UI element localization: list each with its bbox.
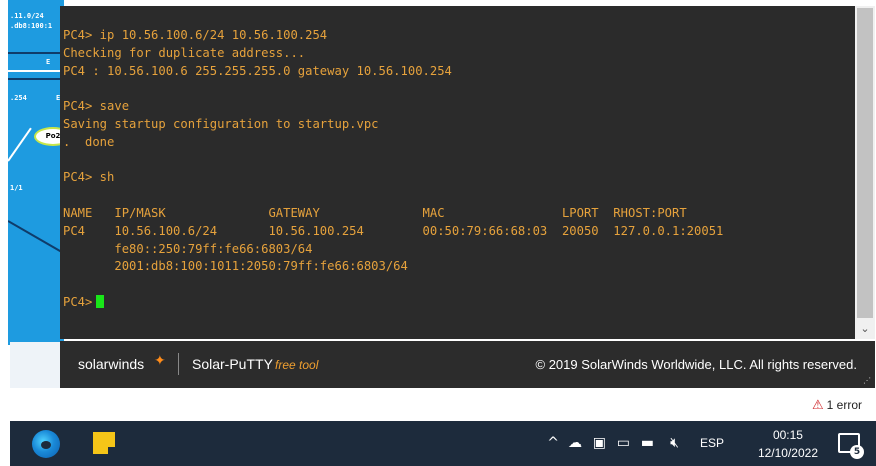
topology-link <box>8 52 64 54</box>
terminal-line: PC4> ip 10.56.100.6/24 10.56.100.254 <box>63 28 328 42</box>
terminal-line: PC4> sh <box>63 170 115 185</box>
notification-center-icon[interactable]: 5 <box>838 433 864 459</box>
topology-label: 1/1 <box>10 184 23 192</box>
solar-putty-footer: solarwinds ✦ Solar-PuTTY free tool © 201… <box>60 341 875 388</box>
terminal-line: PC4 10.56.100.6/24 10.56.100.254 00:50:7… <box>63 223 724 238</box>
divider <box>178 353 179 375</box>
taskbar: ^ ☁ ▣ ▭ ▬ 🔇︎ ESP 00:15 12/10/2022 5 <box>10 421 876 466</box>
background-panel <box>10 342 60 388</box>
warning-icon: ⚠ <box>812 397 824 412</box>
battery-icon[interactable]: ▬ <box>641 435 654 451</box>
product-name: Solar-PuTTY <box>192 356 273 372</box>
terminal-line: fe80::250:79ff:fe66:6803/64 <box>63 241 313 256</box>
topology-link <box>8 78 64 80</box>
solarwinds-logo: solarwinds <box>78 356 145 372</box>
solarwinds-flame-icon: ✦ <box>154 353 166 369</box>
copyright-text: © 2019 SolarWinds Worldwide, LLC. All ri… <box>535 357 857 372</box>
tablet-icon[interactable]: ▣ <box>593 435 606 451</box>
topology-link <box>8 220 64 257</box>
notification-badge: 5 <box>850 445 864 459</box>
terminal-cursor <box>96 294 105 308</box>
topology-canvas[interactable]: .11.0/24 .db8:100:1 E .254 E 1/1 Po2 <box>8 0 64 345</box>
edge-icon[interactable] <box>32 430 60 458</box>
terminal-prompt: PC4> <box>63 294 93 309</box>
clock[interactable]: 00:15 12/10/2022 <box>758 426 818 462</box>
network-icon[interactable]: ▭ <box>617 435 630 451</box>
terminal-line: Saving startup configuration to startup.… <box>63 116 379 131</box>
free-tool-label: free tool <box>275 358 319 372</box>
chevron-up-icon[interactable]: ^ <box>547 435 559 451</box>
terminal-line: NAME IP/MASK GATEWAY MAC LPORT RHOST:POR… <box>63 205 687 220</box>
terminal-window[interactable]: PC4> ip 10.56.100.6/24 10.56.100.254 Che… <box>60 6 855 339</box>
topology-label: .11.0/24 <box>10 12 44 20</box>
terminal-line: 2001:db8:100:1011:2050:79ff:fe66:6803/64 <box>63 259 408 274</box>
scroll-down-icon[interactable]: ⌄ <box>857 321 873 337</box>
clock-date: 12/10/2022 <box>757 446 818 460</box>
topology-link <box>8 127 32 162</box>
language-indicator[interactable]: ESP <box>700 436 724 450</box>
terminal-output: PC4> ip 10.56.100.6/24 10.56.100.254 Che… <box>63 27 723 312</box>
topology-label: E <box>46 58 51 66</box>
terminal-line: PC4> save <box>63 99 130 114</box>
resize-grip-icon[interactable]: ⋰ <box>863 376 871 385</box>
topology-link <box>8 70 64 72</box>
volume-muted-icon[interactable]: 🔇︎ <box>670 435 679 451</box>
topology-label: .254 <box>10 94 27 102</box>
terminal-line: . done <box>63 134 115 149</box>
scrollbar-thumb[interactable] <box>857 8 873 318</box>
cloud-icon[interactable]: ☁ <box>568 435 582 451</box>
error-indicator[interactable]: ⚠ 1 error <box>812 397 862 413</box>
terminal-line: Checking for duplicate address... <box>63 45 306 60</box>
topology-label: .db8:100:1 <box>10 22 53 30</box>
clock-time: 00:15 <box>772 428 803 442</box>
error-count-text: 1 error <box>826 398 862 412</box>
terminal-line: PC4 : 10.56.100.6 255.255.255.0 gateway … <box>63 63 452 78</box>
terminal-scrollbar[interactable]: ⌄ <box>855 6 875 339</box>
sticky-notes-icon[interactable] <box>93 432 115 454</box>
